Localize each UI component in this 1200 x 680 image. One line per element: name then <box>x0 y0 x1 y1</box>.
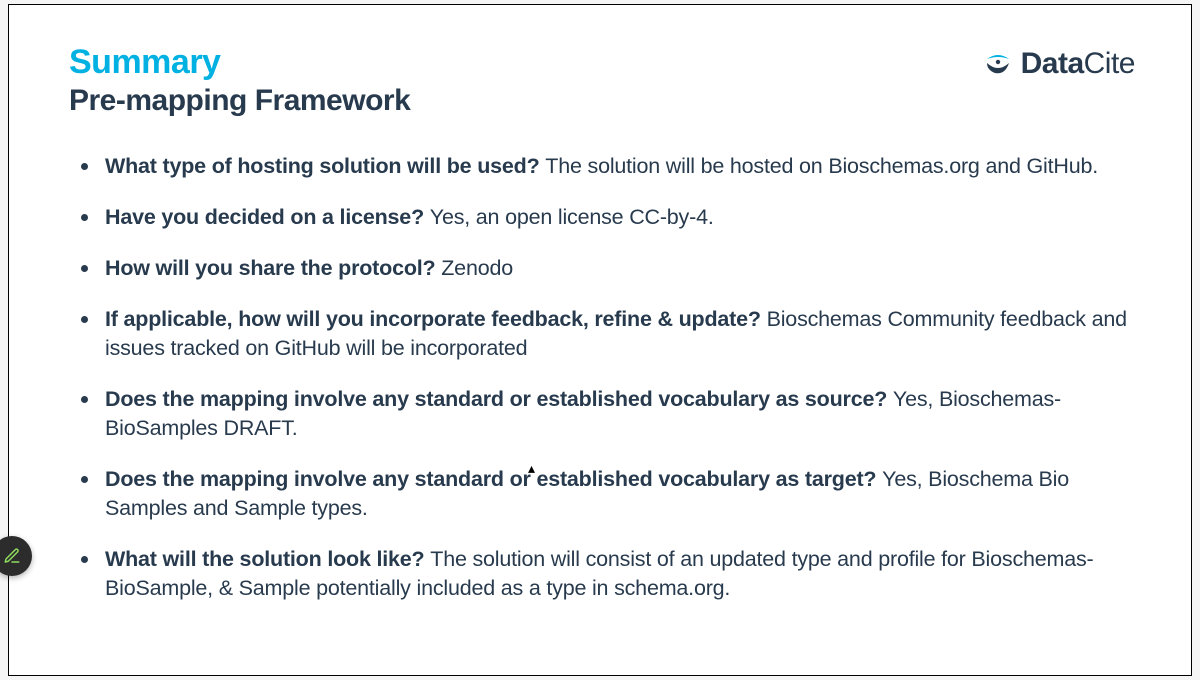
pencil-icon <box>3 547 21 565</box>
bullet-question: What will the solution look like? <box>105 547 430 571</box>
list-item: Have you decided on a license? Yes, an o… <box>69 203 1131 232</box>
bullet-question: What type of hosting solution will be us… <box>105 154 545 178</box>
bullet-list: What type of hosting solution will be us… <box>69 152 1131 603</box>
list-item: What type of hosting solution will be us… <box>69 152 1131 181</box>
datacite-logo: DataCite <box>983 47 1135 81</box>
bullet-question: Does the mapping involve any standard or… <box>105 387 893 411</box>
bullet-answer: Yes, an open license CC-by-4. <box>430 205 714 229</box>
slide-header: DataCite Summary Pre-mapping Framework <box>69 43 1131 118</box>
bullet-question: If applicable, how will you incorporate … <box>105 307 767 331</box>
bullet-question: Have you decided on a license? <box>105 205 430 229</box>
bullet-answer: Zenodo <box>441 256 513 280</box>
slide-title: Summary <box>69 43 1131 82</box>
bullet-question: How will you share the protocol? <box>105 256 441 280</box>
list-item: What will the solution look like? The so… <box>69 545 1131 603</box>
list-item: Does the mapping involve any standard or… <box>69 465 1131 523</box>
list-item: If applicable, how will you incorporate … <box>69 305 1131 363</box>
datacite-logo-text: DataCite <box>1021 47 1135 81</box>
slide: DataCite Summary Pre-mapping Framework W… <box>8 4 1192 676</box>
bullet-answer: The solution will be hosted on Bioschema… <box>545 154 1098 178</box>
bullet-question: Does the mapping involve any standard or… <box>105 467 882 491</box>
list-item: How will you share the protocol? Zenodo <box>69 254 1131 283</box>
datacite-logo-icon <box>983 49 1013 79</box>
slide-subtitle: Pre-mapping Framework <box>69 84 1131 118</box>
list-item: Does the mapping involve any standard or… <box>69 385 1131 443</box>
